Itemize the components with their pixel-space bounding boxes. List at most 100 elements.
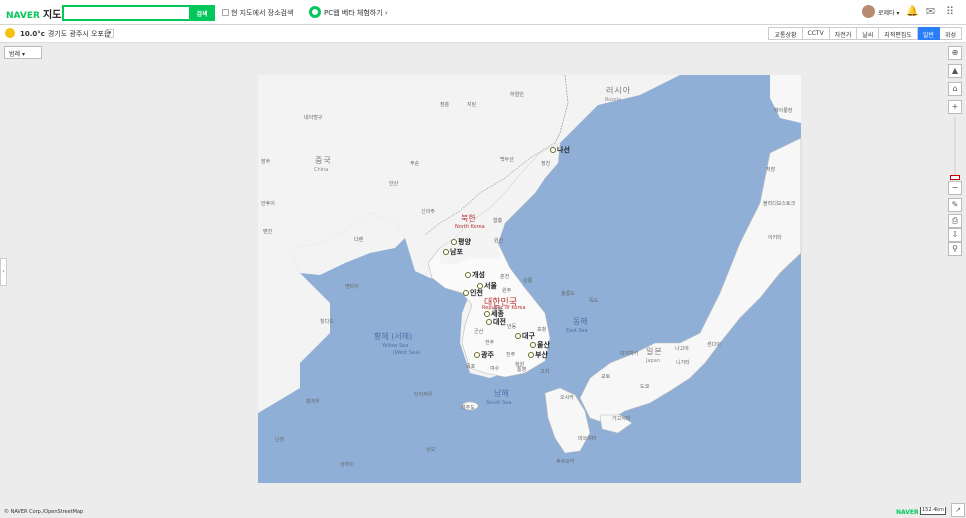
place-label: 블라디보스토크	[763, 201, 796, 207]
naver-logo[interactable]: NAVER 지도	[6, 6, 61, 21]
label-north-korea-en: North Korea	[455, 224, 485, 230]
zoom-in-button[interactable]: +	[948, 100, 962, 114]
tab-traffic[interactable]: 교통상황	[768, 27, 803, 40]
beta-map-icon[interactable]	[309, 6, 321, 18]
legend-select[interactable]: 범례 ▾	[4, 46, 42, 59]
username-menu[interactable]: 로제타 ▾	[878, 8, 899, 17]
expand-corner-icon[interactable]: ↗	[951, 503, 965, 517]
place-label: 고치	[540, 369, 550, 375]
city-label[interactable]: 평양	[451, 237, 471, 247]
place-label: 춘천	[500, 274, 510, 280]
city-label[interactable]: 대전	[486, 317, 506, 327]
tab-satellite[interactable]: 위성	[939, 27, 962, 40]
panel-toggle[interactable]: ›	[0, 258, 7, 286]
tab-weather[interactable]: 날씨	[857, 27, 880, 40]
place-label: 항저우	[306, 399, 320, 405]
top-bar: NAVER 지도 검색 현 지도에서 장소검색 PC웹 베타 체험하기 › 로제타…	[0, 0, 966, 25]
map-mode-tabs: 교통상황 CCTV 자전거 날씨 지적편집도 일반 위성	[768, 27, 962, 40]
label-south-sea: 남해	[494, 389, 509, 398]
city-label[interactable]: 울산	[530, 340, 550, 350]
zoom-out-button[interactable]: −	[948, 181, 962, 195]
weather-dropdown[interactable]: ▾	[106, 29, 114, 38]
search-button[interactable]: 검색	[189, 5, 215, 21]
place-label: 네이멍구	[304, 115, 323, 121]
place-label: 군산	[474, 329, 484, 335]
mail-icon[interactable]: ✉	[926, 5, 935, 18]
place-label: 마쓰야마	[578, 436, 597, 442]
locate-icon[interactable]: ⊕	[948, 46, 962, 60]
place-label: 상하이	[340, 462, 354, 468]
place-label: 목포	[466, 364, 476, 370]
label-north-korea: 북한	[461, 214, 476, 223]
city-label[interactable]: 부산	[528, 350, 548, 360]
measure-icon[interactable]: ✎	[948, 198, 962, 212]
place-label: 닝보	[426, 447, 436, 453]
search-in-map-label[interactable]: 현 지도에서 장소검색	[231, 8, 293, 18]
place-label: 독도	[589, 298, 599, 304]
place-label: 난징	[275, 437, 285, 443]
map-canvas[interactable]: 러시아 Russia 중국 China 북한 North Korea 대한민국 …	[0, 43, 966, 518]
beta-link[interactable]: PC웹 베타 체험하기 ›	[324, 8, 388, 18]
label-china-en: China	[314, 167, 329, 173]
place-label: 안후이	[261, 201, 275, 207]
place-label: 헤이룽장	[774, 108, 793, 114]
place-label: 포항	[537, 327, 547, 333]
search-in-map-checkbox[interactable]	[222, 9, 229, 16]
zoom-slider-handle[interactable]	[950, 175, 960, 180]
place-label: 통영	[517, 367, 527, 373]
place-label: 센다이	[707, 342, 721, 348]
label-japan-en: Japan	[646, 358, 660, 364]
weather-location: 경기도 광주시 오포읍	[47, 30, 111, 38]
footer-logo: NAVER	[896, 509, 919, 516]
city-label[interactable]: 나선	[550, 145, 570, 155]
tab-cctv[interactable]: CCTV	[802, 27, 830, 40]
weather-info[interactable]: 10.0°c 경기도 광주시 오포읍	[20, 29, 110, 39]
place-label: 교토	[601, 374, 611, 380]
search-input[interactable]	[62, 5, 190, 21]
place-label: 톈진	[263, 229, 273, 235]
place-label: 지린	[467, 102, 477, 108]
home-icon[interactable]: ⌂	[948, 82, 962, 96]
brand-map[interactable]: 지도	[43, 10, 61, 21]
label-russia: 러시아	[606, 86, 632, 95]
brand-naver[interactable]: NAVER	[6, 11, 40, 21]
place-label: 장춘	[440, 102, 450, 108]
label-south-sea-en: South Sea	[486, 400, 512, 406]
tab-bicycle[interactable]: 자전거	[829, 27, 858, 40]
label-japan: 일본	[646, 347, 663, 356]
place-label: 도쿄	[640, 384, 650, 390]
place-label: 하얼빈	[510, 92, 524, 98]
place-label: 함흥	[493, 218, 503, 224]
label-russia-en: Russia	[605, 97, 622, 103]
place-label: 전주	[485, 340, 495, 346]
panorama-icon[interactable]: ▲	[948, 64, 962, 78]
place-label: 칭다오	[320, 319, 334, 325]
sun-icon	[5, 28, 15, 38]
tab-cadastral[interactable]: 지적편집도	[879, 27, 918, 40]
label-china: 중국	[315, 156, 332, 165]
place-label: 후쿠오카	[556, 459, 575, 465]
label-east-sea: 동해	[573, 317, 588, 326]
print-icon[interactable]: ⎙	[948, 214, 962, 228]
place-label: 울릉도	[561, 291, 575, 297]
sub-bar: 10.0°c 경기도 광주시 오포읍 ▾ 교통상황 CCTV 자전거 날씨 지적편…	[0, 25, 966, 43]
zoom-slider-track[interactable]	[954, 117, 956, 182]
save-icon[interactable]: ⇩	[948, 228, 962, 242]
city-label[interactable]: 인천	[463, 288, 483, 298]
tab-general[interactable]: 일반	[917, 27, 940, 40]
copyright: © NAVER Corp./OpenStreetMap	[4, 509, 84, 515]
place-label: 청주	[493, 307, 503, 313]
place-label: 청진	[541, 161, 551, 167]
bell-icon[interactable]: 🔔	[906, 6, 918, 17]
place-label: 다롄	[354, 237, 364, 243]
avatar[interactable]	[862, 5, 875, 18]
city-label[interactable]: 남포	[443, 247, 463, 257]
place-label: 강릉	[523, 278, 533, 284]
city-label[interactable]: 개성	[465, 270, 485, 280]
place-label: 가고시마	[612, 416, 631, 422]
place-label: 신의주	[421, 209, 435, 215]
apps-grid-icon[interactable]: ⠿	[946, 5, 954, 18]
city-label[interactable]: 광주	[474, 350, 494, 360]
place-label: 안산	[389, 181, 399, 187]
share-icon[interactable]: ⚲	[948, 242, 962, 256]
